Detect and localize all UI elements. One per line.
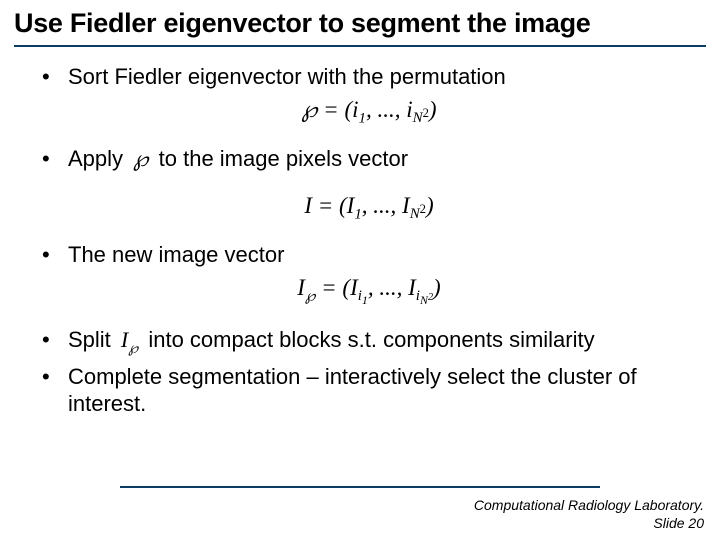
eq2-supN: 2 xyxy=(420,202,426,216)
bullet-apply: Apply ℘ to the image pixels vector xyxy=(42,145,696,173)
bullet-list-3: The new image vector xyxy=(42,241,696,269)
eq1-post: ) xyxy=(429,97,437,122)
eq3-subwp: ℘ xyxy=(305,288,315,304)
title-divider xyxy=(14,45,706,47)
bullet-split: Split I℘ into compact blocks s.t. compon… xyxy=(42,326,696,358)
footer-line2: Slide 20 xyxy=(474,515,704,533)
footer: Computational Radiology Laboratory. Slid… xyxy=(474,497,704,532)
eq3-subiNb: N2 xyxy=(420,293,433,307)
equation-permutation: ℘ = (i1, ..., iN2) xyxy=(42,97,696,128)
bullet-text-3: The new image vector xyxy=(68,242,284,267)
bullet-list-4: Split I℘ into compact blocks s.t. compon… xyxy=(42,326,696,417)
eq2-sub1: 1 xyxy=(354,206,361,222)
inline-wp: ℘ xyxy=(129,145,152,173)
eq2-subN-base: N xyxy=(410,206,420,222)
bullet-text-5: Complete segmentation – interactively se… xyxy=(68,364,637,417)
bullet-list: Sort Fiedler eigenvector with the permut… xyxy=(42,63,696,91)
bullet-split-a: Split xyxy=(68,327,111,352)
equation-permuted-vector: I℘ = (Ii1, ..., IiN2) xyxy=(42,275,696,309)
eq1-supN: 2 xyxy=(423,106,429,120)
eq2-mid: , ..., I xyxy=(362,193,410,218)
slide-title: Use Fiedler eigenvector to segment the i… xyxy=(14,8,706,39)
eq1-pre: ℘ = (i xyxy=(301,97,358,122)
bullet-list-2: Apply ℘ to the image pixels vector xyxy=(42,145,696,173)
eq3-mid: , ..., I xyxy=(368,275,416,300)
footer-divider xyxy=(120,486,600,488)
eq1-sub1: 1 xyxy=(359,110,366,126)
eq2-subN: N2 xyxy=(410,206,426,222)
eq3-subiNb-base: N xyxy=(420,293,428,307)
eq1-subN: N2 xyxy=(413,110,429,126)
eq3-subi1: i1 xyxy=(358,288,368,304)
eq3-supN: 2 xyxy=(428,292,433,303)
eq3-eq: = (I xyxy=(315,275,357,300)
eq3-post: ) xyxy=(433,275,441,300)
bullet-split-b: into compact blocks s.t. components simi… xyxy=(148,327,594,352)
bullet-new-vector: The new image vector xyxy=(42,241,696,269)
bullet-text: Sort Fiedler eigenvector with the permut… xyxy=(68,64,506,89)
bullet-apply-b: to the image pixels vector xyxy=(159,146,408,171)
bullet-complete: Complete segmentation – interactively se… xyxy=(42,363,696,418)
eq1-mid: , ..., i xyxy=(366,97,413,122)
eq2-post: ) xyxy=(426,193,434,218)
eq3-subiN: iN2 xyxy=(416,288,433,304)
eq3-I: I xyxy=(297,275,305,300)
bullet-apply-a: Apply xyxy=(68,146,123,171)
bullet-sort: Sort Fiedler eigenvector with the permut… xyxy=(42,63,696,91)
eq2-pre: I = (I xyxy=(304,193,354,218)
slide-container: Use Fiedler eigenvector to segment the i… xyxy=(0,0,720,540)
inline-I-sub: ℘ xyxy=(128,341,138,357)
eq1-subN-base: N xyxy=(413,110,423,126)
equation-image-vector: I = (I1, ..., IN2) xyxy=(42,193,696,224)
footer-line1: Computational Radiology Laboratory. xyxy=(474,497,704,515)
content-area: Sort Fiedler eigenvector with the permut… xyxy=(14,63,706,418)
inline-Iwp: I℘ xyxy=(117,326,142,358)
